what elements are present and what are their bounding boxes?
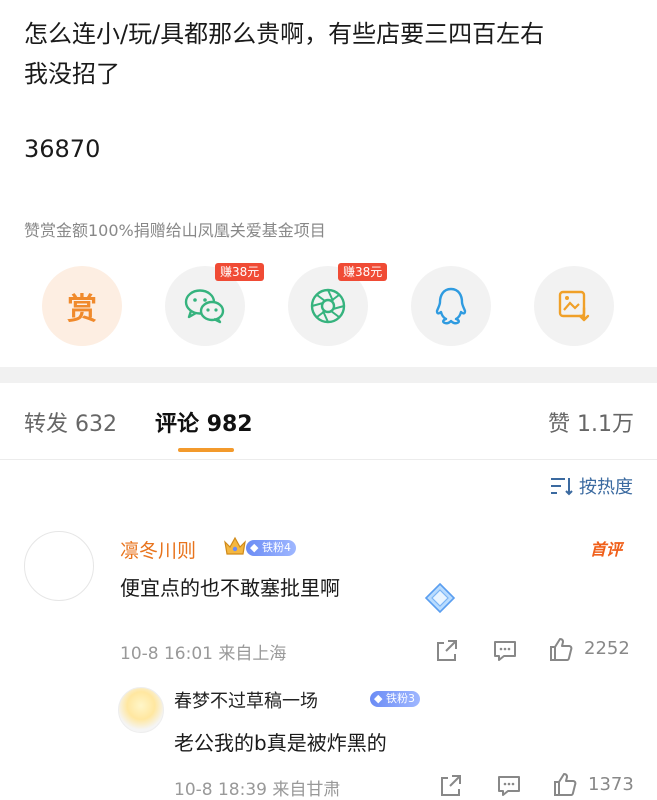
avatar[interactable] (24, 531, 94, 601)
diamond-small-icon: ◆ (374, 692, 383, 705)
fan-level-label: 铁粉4 (261, 541, 291, 554)
post-number: 36870 (24, 135, 101, 163)
tab-comments[interactable]: 评论 982 (155, 406, 253, 438)
reward-button[interactable]: 赏 (42, 266, 122, 346)
reply-fan-level-label: 铁粉3 (385, 692, 415, 705)
tab-repost[interactable]: 转发 632 (24, 406, 117, 438)
reply-comment-icon[interactable] (496, 773, 522, 799)
reply-text: 老公我的b真是被炸黑的 (174, 731, 387, 755)
save-image-icon (558, 290, 590, 322)
crown-icon (224, 536, 246, 555)
wechat-icon (184, 289, 225, 324)
section-divider (0, 367, 657, 383)
comment-location: 来自上海 (218, 644, 287, 664)
save-image-button[interactable] (534, 266, 614, 346)
moments-earn-badge: 赚38元 (338, 263, 388, 281)
comment-meta: 10-8 16:01 来自上海 (120, 639, 286, 664)
comment-time: 10-8 16:01 (120, 644, 213, 664)
share-qq-button[interactable] (411, 266, 491, 346)
post-line-1: 怎么连小/玩/具都那么贵啊，有些店要三四百左右 (24, 20, 545, 48)
tab-separator (0, 459, 657, 460)
like-icon[interactable] (548, 636, 574, 662)
moments-icon (310, 288, 346, 324)
tab-likes-label: 赞 (548, 412, 571, 437)
tab-likes-count: 1.1万 (577, 412, 635, 437)
share-icon[interactable] (434, 638, 460, 664)
donate-note: 赞赏金额100%捐赠给山凤凰关爱基金项目 (24, 221, 326, 240)
tab-comments-count: 982 (206, 412, 253, 437)
reply-like-icon[interactable] (552, 771, 578, 797)
tab-comments-label: 评论 (155, 412, 200, 437)
post-line-2: 我没招了 (24, 60, 120, 88)
reply-meta: 10-8 18:39 来自甘肃 (174, 775, 340, 800)
wechat-earn-badge: 赚38元 (215, 263, 265, 281)
sort-label: 按热度 (579, 477, 633, 498)
comment-username[interactable]: 凛冬川则 (120, 536, 196, 563)
reply-like-count: 1373 (588, 774, 634, 795)
reply-username[interactable]: 春梦不过草稿一场 (174, 687, 318, 713)
reward-icon: 赏 (67, 292, 97, 327)
diamond-sticker-icon (424, 582, 456, 614)
fan-level-badge: ◆ 铁粉4 (246, 540, 296, 556)
reply-fan-level-badge: ◆ 铁粉3 (370, 691, 420, 707)
reply-share-icon[interactable] (438, 773, 464, 799)
comment-text: 便宜点的也不敢塞批里啊 (120, 576, 340, 600)
reply-avatar[interactable] (118, 687, 164, 733)
active-tab-indicator (178, 448, 234, 452)
post-text: 怎么连小/玩/具都那么贵啊，有些店要三四百左右 我没招了 (24, 14, 644, 94)
sort-icon (551, 478, 573, 496)
reply-time: 10-8 18:39 (174, 780, 267, 800)
tab-repost-label: 转发 (24, 412, 69, 437)
tab-likes[interactable]: 赞 1.1万 (548, 406, 634, 438)
first-comment-badge: 首评 (590, 540, 623, 559)
qq-icon (435, 287, 467, 325)
reply-location: 来自甘肃 (272, 780, 341, 800)
reply-icon[interactable] (492, 638, 518, 664)
like-count: 2252 (584, 638, 630, 659)
diamond-small-icon: ◆ (250, 541, 259, 554)
tab-repost-count: 632 (75, 412, 118, 437)
sort-button[interactable]: 按热度 (549, 473, 633, 499)
